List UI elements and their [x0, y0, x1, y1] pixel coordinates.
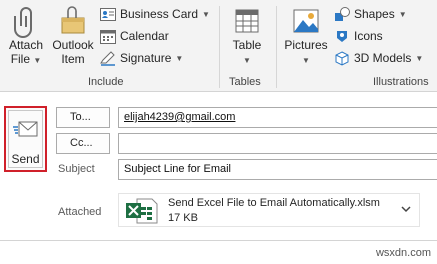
subject-label: Subject	[58, 163, 95, 175]
calendar-button[interactable]: Calendar	[100, 26, 169, 46]
outlook-item-label-2: Item	[61, 52, 85, 66]
message-body[interactable]: wsxdn.com	[0, 240, 437, 264]
outlook-item-icon	[50, 6, 96, 38]
chevron-down-icon: ▼	[175, 53, 184, 63]
to-recipient[interactable]: elijah4239@gmail.com	[124, 111, 235, 123]
group-divider	[219, 6, 220, 88]
business-card-button[interactable]: Business Card ▼	[100, 4, 210, 24]
ribbon: Attach File ▼ Outlook Item Business Card…	[0, 0, 437, 92]
shapes-label: Shapes	[354, 7, 395, 21]
signature-label: Signature	[120, 51, 172, 65]
calendar-label: Calendar	[120, 29, 169, 43]
pictures-icon	[282, 6, 330, 38]
to-field[interactable]: elijah4239@gmail.com	[118, 107, 437, 128]
cc-button[interactable]: Cc...	[56, 133, 110, 154]
icons-button[interactable]: Icons	[334, 26, 383, 46]
send-button[interactable]: Send	[4, 106, 47, 172]
attach-file-label-1: Attach	[8, 38, 44, 52]
attachment-card[interactable]: Send Excel File to Email Automatically.x…	[118, 193, 420, 227]
signature-icon	[100, 50, 115, 66]
watermark: wsxdn.com	[375, 247, 431, 259]
calendar-icon	[100, 29, 116, 44]
paperclip-icon	[4, 6, 48, 38]
signature-button[interactable]: Signature ▼	[100, 48, 183, 68]
chevron-down-icon: ▼	[202, 9, 210, 19]
shapes-icon	[335, 6, 350, 21]
send-label: Send	[11, 152, 40, 166]
group-label-include: Include	[88, 76, 124, 88]
outlook-item-button[interactable]: Outlook Item	[50, 6, 96, 66]
group-label-illustrations: Illustrations	[373, 76, 429, 88]
business-card-label: Business Card	[120, 7, 199, 21]
chevron-down-icon: ▼	[243, 56, 251, 65]
chevron-down-icon[interactable]	[400, 203, 412, 218]
pictures-label: Pictures	[284, 38, 328, 52]
attach-file-button[interactable]: Attach File ▼	[4, 6, 48, 68]
attach-file-label-2: File	[10, 52, 31, 66]
table-button[interactable]: Table ▼	[226, 6, 268, 68]
attached-label: Attached	[58, 206, 102, 218]
to-button[interactable]: To...	[56, 107, 110, 128]
business-card-icon	[100, 7, 116, 21]
chevron-down-icon: ▼	[302, 56, 310, 65]
chevron-down-icon: ▼	[33, 56, 42, 65]
icons-icon	[337, 30, 347, 42]
group-label-tables: Tables	[229, 76, 261, 88]
table-icon	[226, 6, 268, 38]
pictures-button[interactable]: Pictures ▼	[282, 6, 330, 68]
cc-field[interactable]	[118, 133, 437, 154]
group-divider	[276, 6, 277, 88]
cube-icon	[335, 50, 349, 66]
attachment-size: 17 KB	[168, 212, 198, 224]
chevron-down-icon: ▼	[398, 9, 407, 19]
chevron-down-icon: ▼	[415, 53, 424, 63]
shapes-button[interactable]: Shapes ▼	[334, 4, 407, 24]
outlook-item-label-1: Outlook	[52, 38, 94, 52]
icons-label: Icons	[354, 29, 383, 43]
subject-field[interactable]: Subject Line for Email	[118, 159, 437, 180]
table-label: Table	[232, 38, 262, 52]
3d-models-label: 3D Models	[354, 51, 412, 65]
attachment-name: Send Excel File to Email Automatically.x…	[168, 197, 380, 209]
excel-file-icon	[125, 198, 159, 227]
3d-models-button[interactable]: 3D Models ▼	[334, 48, 423, 68]
